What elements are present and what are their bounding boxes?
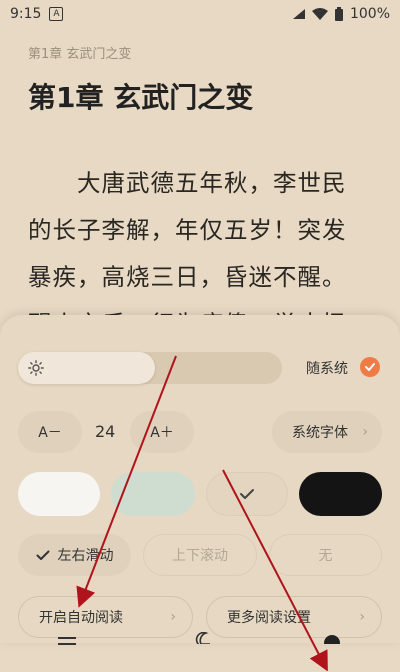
selected-check-icon bbox=[240, 489, 254, 499]
check-icon bbox=[36, 550, 49, 560]
chevron-right-icon: › bbox=[362, 424, 368, 440]
reading-settings-panel: 随系统 A－ 24 A＋ 系统字体 › 左右滑动 上下滚动 无 开启自动阅读 ›… bbox=[0, 315, 400, 643]
flip-mode-none[interactable]: 无 bbox=[269, 534, 382, 576]
signal-icon bbox=[292, 9, 305, 19]
auto-read-label: 开启自动阅读 bbox=[39, 610, 123, 626]
status-time: 9:15 bbox=[10, 6, 42, 22]
battery-icon bbox=[334, 6, 343, 21]
theme-white[interactable] bbox=[18, 472, 100, 516]
flip-mode-label: 左右滑动 bbox=[57, 548, 114, 564]
notification-icon: A bbox=[49, 7, 64, 21]
brightness-icon bbox=[28, 360, 44, 376]
text-line: 的长子李解，年仅五岁！突发 bbox=[28, 216, 347, 244]
night-mode-icon[interactable] bbox=[192, 632, 210, 644]
font-size-value: 24 bbox=[95, 422, 116, 441]
follow-system-checkbox[interactable] bbox=[360, 357, 380, 377]
theme-black[interactable] bbox=[299, 472, 382, 516]
brightness-slider-fill[interactable] bbox=[18, 352, 155, 384]
bottom-toolbar bbox=[0, 632, 400, 672]
chapter-title: 第1章 玄武门之变 bbox=[28, 81, 254, 114]
more-settings-label: 更多阅读设置 bbox=[227, 610, 311, 626]
status-bar: 9:15 A 100% bbox=[0, 0, 400, 28]
text-line: 大唐武德五年秋，李世民 bbox=[28, 169, 347, 197]
check-icon bbox=[365, 363, 375, 371]
theme-paper[interactable] bbox=[206, 472, 288, 516]
theme-mint[interactable] bbox=[111, 472, 195, 516]
status-right: 100% bbox=[292, 6, 390, 22]
settings-icon[interactable] bbox=[323, 634, 341, 644]
font-decrease-button[interactable]: A－ bbox=[18, 411, 82, 453]
chapter-header: 第1章 玄武门之变 bbox=[28, 47, 132, 62]
brightness-slider[interactable] bbox=[18, 352, 282, 384]
font-family-label: 系统字体 bbox=[292, 425, 348, 441]
font-increase-button[interactable]: A＋ bbox=[130, 411, 194, 453]
chevron-right-icon: › bbox=[170, 609, 176, 625]
font-family-button[interactable]: 系统字体 › bbox=[272, 411, 382, 453]
text-line: 暴疾，高烧三日，昏迷不醒。 bbox=[28, 263, 347, 291]
follow-system-label: 随系统 bbox=[306, 361, 348, 377]
status-left: 9:15 A bbox=[10, 6, 64, 22]
chevron-right-icon: › bbox=[359, 609, 365, 625]
battery-percent: 100% bbox=[349, 6, 390, 22]
catalog-icon[interactable] bbox=[58, 636, 76, 646]
flip-mode-vertical[interactable]: 上下滚动 bbox=[143, 534, 257, 576]
wifi-icon bbox=[311, 8, 328, 20]
flip-mode-horizontal[interactable]: 左右滑动 bbox=[18, 534, 131, 576]
